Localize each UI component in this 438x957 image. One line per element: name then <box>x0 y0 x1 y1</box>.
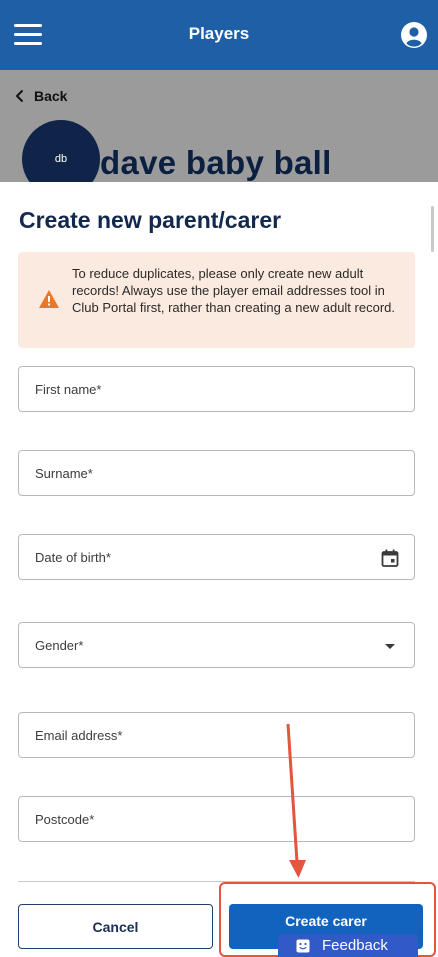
back-link[interactable]: Back <box>12 88 67 104</box>
create-carer-sheet: Create new parent/carer To reduce duplic… <box>0 182 438 957</box>
account-icon[interactable] <box>401 22 427 48</box>
annotation-arrow <box>286 723 306 878</box>
chevron-left-icon <box>15 89 24 103</box>
email-label: Email address* <box>35 728 123 743</box>
feedback-label: Feedback <box>322 937 388 954</box>
warning-text: To reduce duplicates, please only create… <box>72 266 395 315</box>
postcode-label: Postcode* <box>35 812 95 827</box>
gender-label: Gender* <box>35 638 84 653</box>
duplicate-warning: To reduce duplicates, please only create… <box>18 252 415 348</box>
surname-field[interactable]: Surname* <box>18 450 415 496</box>
player-name: dave baby ball <box>100 144 332 181</box>
postcode-field[interactable]: Postcode* <box>18 796 415 842</box>
date-of-birth-label: Date of birth* <box>35 550 111 565</box>
chevron-down-icon <box>385 644 395 649</box>
calendar-icon[interactable] <box>380 548 400 568</box>
date-of-birth-field[interactable]: Date of birth* <box>18 534 415 580</box>
page-title: Players <box>188 24 250 43</box>
surname-label: Surname* <box>35 466 93 481</box>
first-name-label: First name* <box>35 382 102 397</box>
sheet-title: Create new parent/carer <box>19 207 282 233</box>
top-app-bar: Players <box>0 0 438 70</box>
email-field[interactable]: Email address* <box>18 712 415 758</box>
first-name-field[interactable]: First name* <box>18 366 415 412</box>
player-header-backdrop: Back db dave baby ball <box>0 70 438 198</box>
back-label: Back <box>34 88 68 104</box>
scrollbar[interactable] <box>431 206 434 252</box>
warning-icon <box>39 290 59 308</box>
feedback-icon <box>296 939 310 952</box>
cancel-button[interactable]: Cancel <box>18 904 213 949</box>
gender-select[interactable]: Gender* <box>18 622 415 668</box>
feedback-tab[interactable]: Feedback <box>278 934 418 957</box>
